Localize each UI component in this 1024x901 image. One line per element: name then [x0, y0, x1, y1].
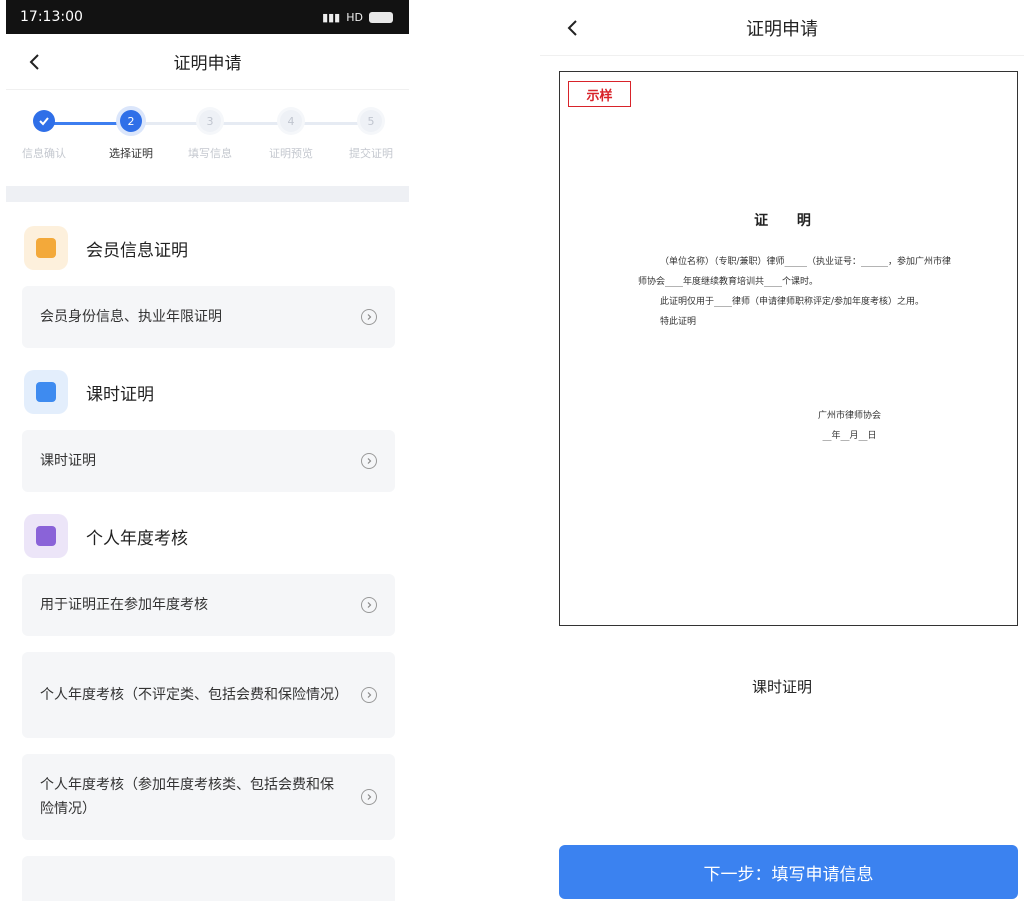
certificate-paragraph: 特此证明 [660, 317, 697, 327]
calendar-icon [24, 370, 68, 414]
check-icon [33, 110, 55, 132]
chevron-right-icon [361, 687, 377, 703]
section-annual-review: 个人年度考核 [6, 508, 409, 574]
step-2: 2 选择证明 [96, 110, 166, 161]
section-course-hours: 课时证明 [6, 364, 409, 430]
step-1: 信息确认 [9, 110, 79, 161]
step-number: 4 [280, 110, 302, 132]
signal-icon: ▮▮▮ [322, 10, 341, 24]
left-phone-screen: 17:13:00 ▮▮▮ HD 证明申请 信息确认 2 选择证明 3 填写信息 … [6, 0, 409, 901]
section-title: 个人年度考核 [86, 528, 188, 549]
step-label: 信息确认 [22, 147, 66, 160]
certificate-body: （单位名称）（专职/兼职）律师_____（执业证号：______，参加广州市律师… [638, 252, 958, 332]
cert-option-label: 课时证明 [40, 453, 96, 469]
progress-steps: 信息确认 2 选择证明 3 填写信息 4 证明预览 5 提交证明 [6, 90, 409, 186]
section-title: 课时证明 [86, 384, 154, 405]
chevron-right-icon [361, 597, 377, 613]
next-step-button[interactable]: 下一步：填写申请信息 [559, 845, 1018, 899]
battery-icon [369, 11, 393, 23]
cert-option-label: 会员身份信息、执业年限证明 [40, 309, 222, 325]
status-bar: 17:13:00 ▮▮▮ HD [6, 0, 409, 34]
cert-option-label: 个人年度考核（参加年度考核类、包括会费和保险情况） [40, 777, 334, 817]
certificate-paragraph: （单位名称）（专职/兼职）律师_____（执业证号：______，参加广州市律师… [638, 257, 952, 287]
certificate-paragraph: 此证明仅用于____律师（申请律师职称评定/参加年度考核）之用。 [660, 297, 925, 307]
step-number: 5 [360, 110, 382, 132]
step-4: 4 证明预览 [256, 110, 326, 161]
section-title: 会员信息证明 [86, 240, 188, 261]
right-nav-bar: 证明申请 [540, 0, 1024, 56]
sample-stamp: 示样 [568, 81, 631, 107]
cert-option-item[interactable]: 个人年度考核（参加年度考核类、包括会费和保险情况） [22, 754, 395, 840]
certificate-heading: 证 明 [754, 213, 823, 229]
member-card-icon [24, 226, 68, 270]
cert-option-item[interactable]: 个人年度考核（不评定类、包括会费和保险情况） [22, 652, 395, 738]
cert-option-label: 用于证明正在参加年度考核 [40, 597, 208, 613]
profile-icon [24, 514, 68, 558]
section-divider [6, 186, 409, 202]
chevron-right-icon [361, 309, 377, 325]
certificate-preview: 示样 证 明 （单位名称）（专职/兼职）律师_____（执业证号：______，… [559, 71, 1018, 626]
status-time: 17:13:00 [20, 9, 83, 25]
step-label: 选择证明 [109, 147, 153, 160]
right-phone-screen: 证明申请 示样 证 明 （单位名称）（专职/兼职）律师_____（执业证号：__… [540, 0, 1024, 901]
cert-option-item-partial[interactable] [22, 856, 395, 901]
left-nav-bar: 证明申请 [6, 34, 409, 90]
step-3: 3 填写信息 [175, 110, 245, 161]
certificate-caption: 课时证明 [751, 678, 812, 696]
step-label: 证明预览 [269, 147, 313, 160]
signature-date: __年__月__日 [822, 431, 877, 441]
cert-option-item[interactable]: 用于证明正在参加年度考核 [22, 574, 395, 636]
page-title: 证明申请 [746, 18, 818, 40]
certificate-signature: 广州市律师协会 __年__月__日 [818, 406, 881, 446]
step-5: 5 提交证明 [336, 110, 406, 161]
step-number: 2 [120, 110, 142, 132]
status-indicators: ▮▮▮ HD [322, 11, 393, 24]
cert-option-item[interactable]: 课时证明 [22, 430, 395, 492]
signer-name: 广州市律师协会 [818, 411, 882, 421]
step-number: 3 [199, 110, 221, 132]
chevron-right-icon [361, 789, 377, 805]
network-label: HD [346, 10, 363, 24]
page-title: 证明申请 [173, 54, 242, 74]
cert-option-item[interactable]: 会员身份信息、执业年限证明 [22, 286, 395, 348]
back-icon[interactable] [24, 51, 46, 73]
step-label: 填写信息 [188, 147, 232, 160]
section-member-info: 会员信息证明 [6, 202, 409, 286]
back-icon[interactable] [562, 17, 584, 39]
chevron-right-icon [361, 453, 377, 469]
cert-option-label: 个人年度考核（不评定类、包括会费和保险情况） [40, 687, 348, 703]
step-label: 提交证明 [349, 147, 393, 160]
